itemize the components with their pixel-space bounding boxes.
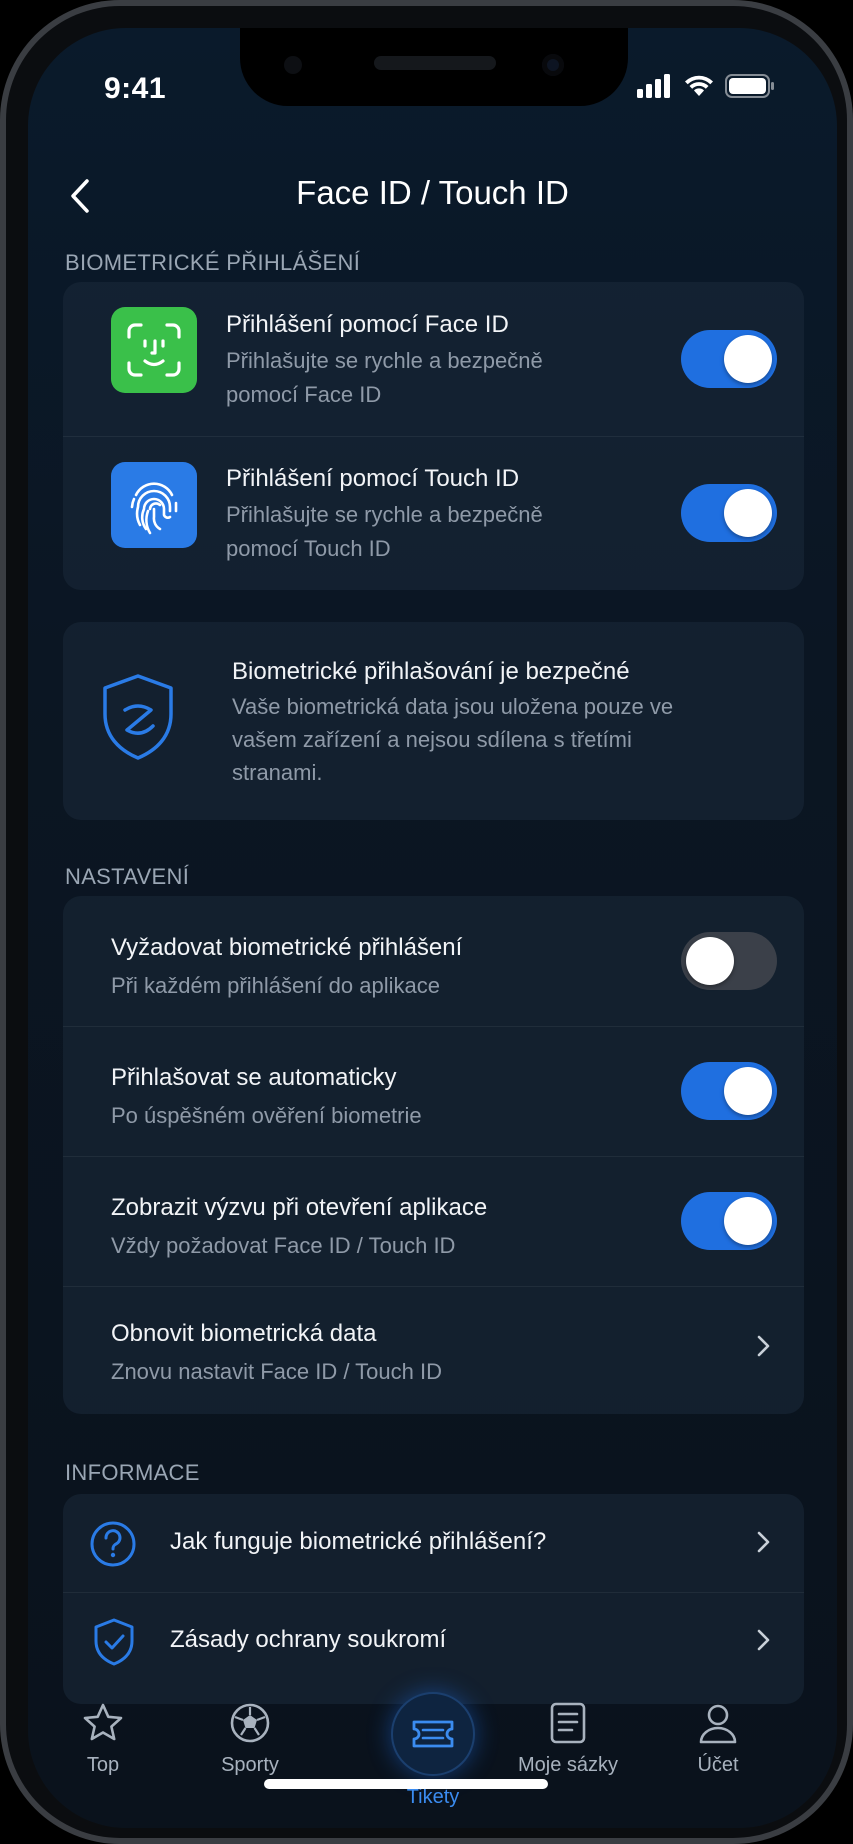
info-card: Jak funguje biometrické přihlášení? Zása… xyxy=(63,1494,804,1704)
signal-icon xyxy=(637,74,670,98)
chevron-right-icon xyxy=(757,1335,770,1357)
device-bezel: 9:41 Face ID / Touch ID BIOMETRICKÉ PŘIH… xyxy=(6,6,847,1838)
biometric-card: Přihlášení pomocí Face ID Přihlašujte se… xyxy=(63,282,804,590)
settings-row-prompt[interactable]: Zobrazit výzvu při otevření aplikace Vžd… xyxy=(63,1156,804,1286)
settings-card: Vyžadovat biometrické přihlášení Při kaž… xyxy=(63,896,804,1414)
touch-id-subtitle: Přihlašujte se rychle a bezpečně pomocí … xyxy=(226,502,543,561)
settings-prompt-subtitle: Vždy požadovat Face ID / Touch ID xyxy=(111,1233,456,1258)
list-icon xyxy=(550,1702,586,1744)
settings-auto-title: Přihlašovat se automaticky xyxy=(111,1064,397,1091)
tab-sporty[interactable]: Sporty xyxy=(180,1696,320,1777)
info-how-title: Jak funguje biometrické přihlášení? xyxy=(170,1528,547,1555)
face-id-row: Přihlášení pomocí Face ID Přihlašujte se… xyxy=(63,282,804,436)
tab-bar: Top Sporty Tikety Moje sázky Účet xyxy=(28,1688,837,1828)
touch-id-icon xyxy=(111,462,197,548)
battery-icon xyxy=(725,74,774,98)
touch-id-toggle[interactable] xyxy=(681,484,777,542)
prompt-on-open-toggle[interactable] xyxy=(681,1192,777,1250)
tab-moje-sazky-label: Moje sázky xyxy=(517,1754,619,1776)
shield-check-icon xyxy=(103,674,173,760)
shield-check-icon xyxy=(94,1618,134,1666)
wifi-icon xyxy=(685,75,713,96)
info-row-privacy[interactable]: Zásady ochrany soukromí xyxy=(63,1592,804,1690)
require-biometric-toggle[interactable] xyxy=(681,932,777,990)
chevron-right-icon xyxy=(757,1531,770,1553)
settings-reset-subtitle: Znovu nastavit Face ID / Touch ID xyxy=(111,1359,442,1384)
info-privacy-title: Zásady ochrany soukromí xyxy=(170,1626,447,1653)
screen: 9:41 Face ID / Touch ID BIOMETRICKÉ PŘIH… xyxy=(28,28,837,1828)
user-icon xyxy=(699,1704,737,1744)
section-header-info: INFORMACE xyxy=(65,1460,200,1485)
touch-id-title: Přihlášení pomocí Touch ID xyxy=(226,465,520,492)
info-row-how[interactable]: Jak funguje biometrické přihlášení? xyxy=(63,1494,804,1592)
navigation-bar: Face ID / Touch ID xyxy=(28,156,837,236)
section-header-biometric: BIOMETRICKÉ PŘIHLÁŠENÍ xyxy=(65,250,361,275)
status-time: 9:41 xyxy=(104,72,167,105)
settings-reset-title: Obnovit biometrická data xyxy=(111,1320,377,1347)
page-title: Face ID / Touch ID xyxy=(296,174,569,211)
settings-row-require[interactable]: Vyžadovat biometrické přihlášení Při kaž… xyxy=(63,896,804,1026)
face-id-title: Přihlášení pomocí Face ID xyxy=(226,311,509,338)
tab-ucet-label: Účet xyxy=(697,1754,739,1776)
settings-require-title: Vyžadovat biometrické přihlášení xyxy=(111,934,463,961)
security-note-card: Biometrické přihlašování je bezpečné Vaš… xyxy=(63,622,804,820)
question-circle-icon xyxy=(90,1521,136,1567)
tab-moje-sazky[interactable]: Moje sázky xyxy=(498,1696,638,1777)
settings-row-reset[interactable]: Obnovit biometrická data Znovu nastavit … xyxy=(63,1286,804,1414)
dynamic-island xyxy=(240,28,628,106)
status-icons xyxy=(637,74,775,98)
ticket-icon xyxy=(412,1720,454,1748)
face-id-icon xyxy=(111,307,197,393)
tab-top-label: Top xyxy=(86,1754,120,1776)
tab-tikety[interactable] xyxy=(391,1692,475,1776)
tab-ucet[interactable]: Účet xyxy=(648,1696,788,1777)
tab-tikety-label: Tikety xyxy=(406,1786,460,1808)
settings-require-subtitle: Při každém přihlášení do aplikace xyxy=(111,973,440,998)
star-icon xyxy=(83,1703,123,1741)
chevron-right-icon xyxy=(757,1629,770,1651)
settings-auto-subtitle: Po úspěšném ověření biometrie xyxy=(111,1103,422,1128)
face-id-subtitle: Přihlašujte se rychle a bezpečně pomocí … xyxy=(226,348,543,407)
security-note-title: Biometrické přihlašování je bezpečné xyxy=(232,658,630,685)
tab-top[interactable]: Top xyxy=(33,1696,173,1777)
settings-row-auto[interactable]: Přihlašovat se automaticky Po úspěšném o… xyxy=(63,1026,804,1156)
home-indicator[interactable] xyxy=(264,1779,548,1789)
security-note-body: Vaše biometrická data jsou uložena pouze… xyxy=(232,694,674,785)
touch-id-row: Přihlášení pomocí Touch ID Přihlašujte s… xyxy=(63,436,804,590)
device-frame: 9:41 Face ID / Touch ID BIOMETRICKÉ PŘIH… xyxy=(0,0,853,1844)
soccer-ball-icon xyxy=(230,1703,270,1743)
tab-sporty-label: Sporty xyxy=(221,1754,279,1776)
face-id-toggle[interactable] xyxy=(681,330,777,388)
section-header-settings: NASTAVENÍ xyxy=(65,864,190,889)
settings-prompt-title: Zobrazit výzvu při otevření aplikace xyxy=(111,1194,488,1221)
auto-login-toggle[interactable] xyxy=(681,1062,777,1120)
